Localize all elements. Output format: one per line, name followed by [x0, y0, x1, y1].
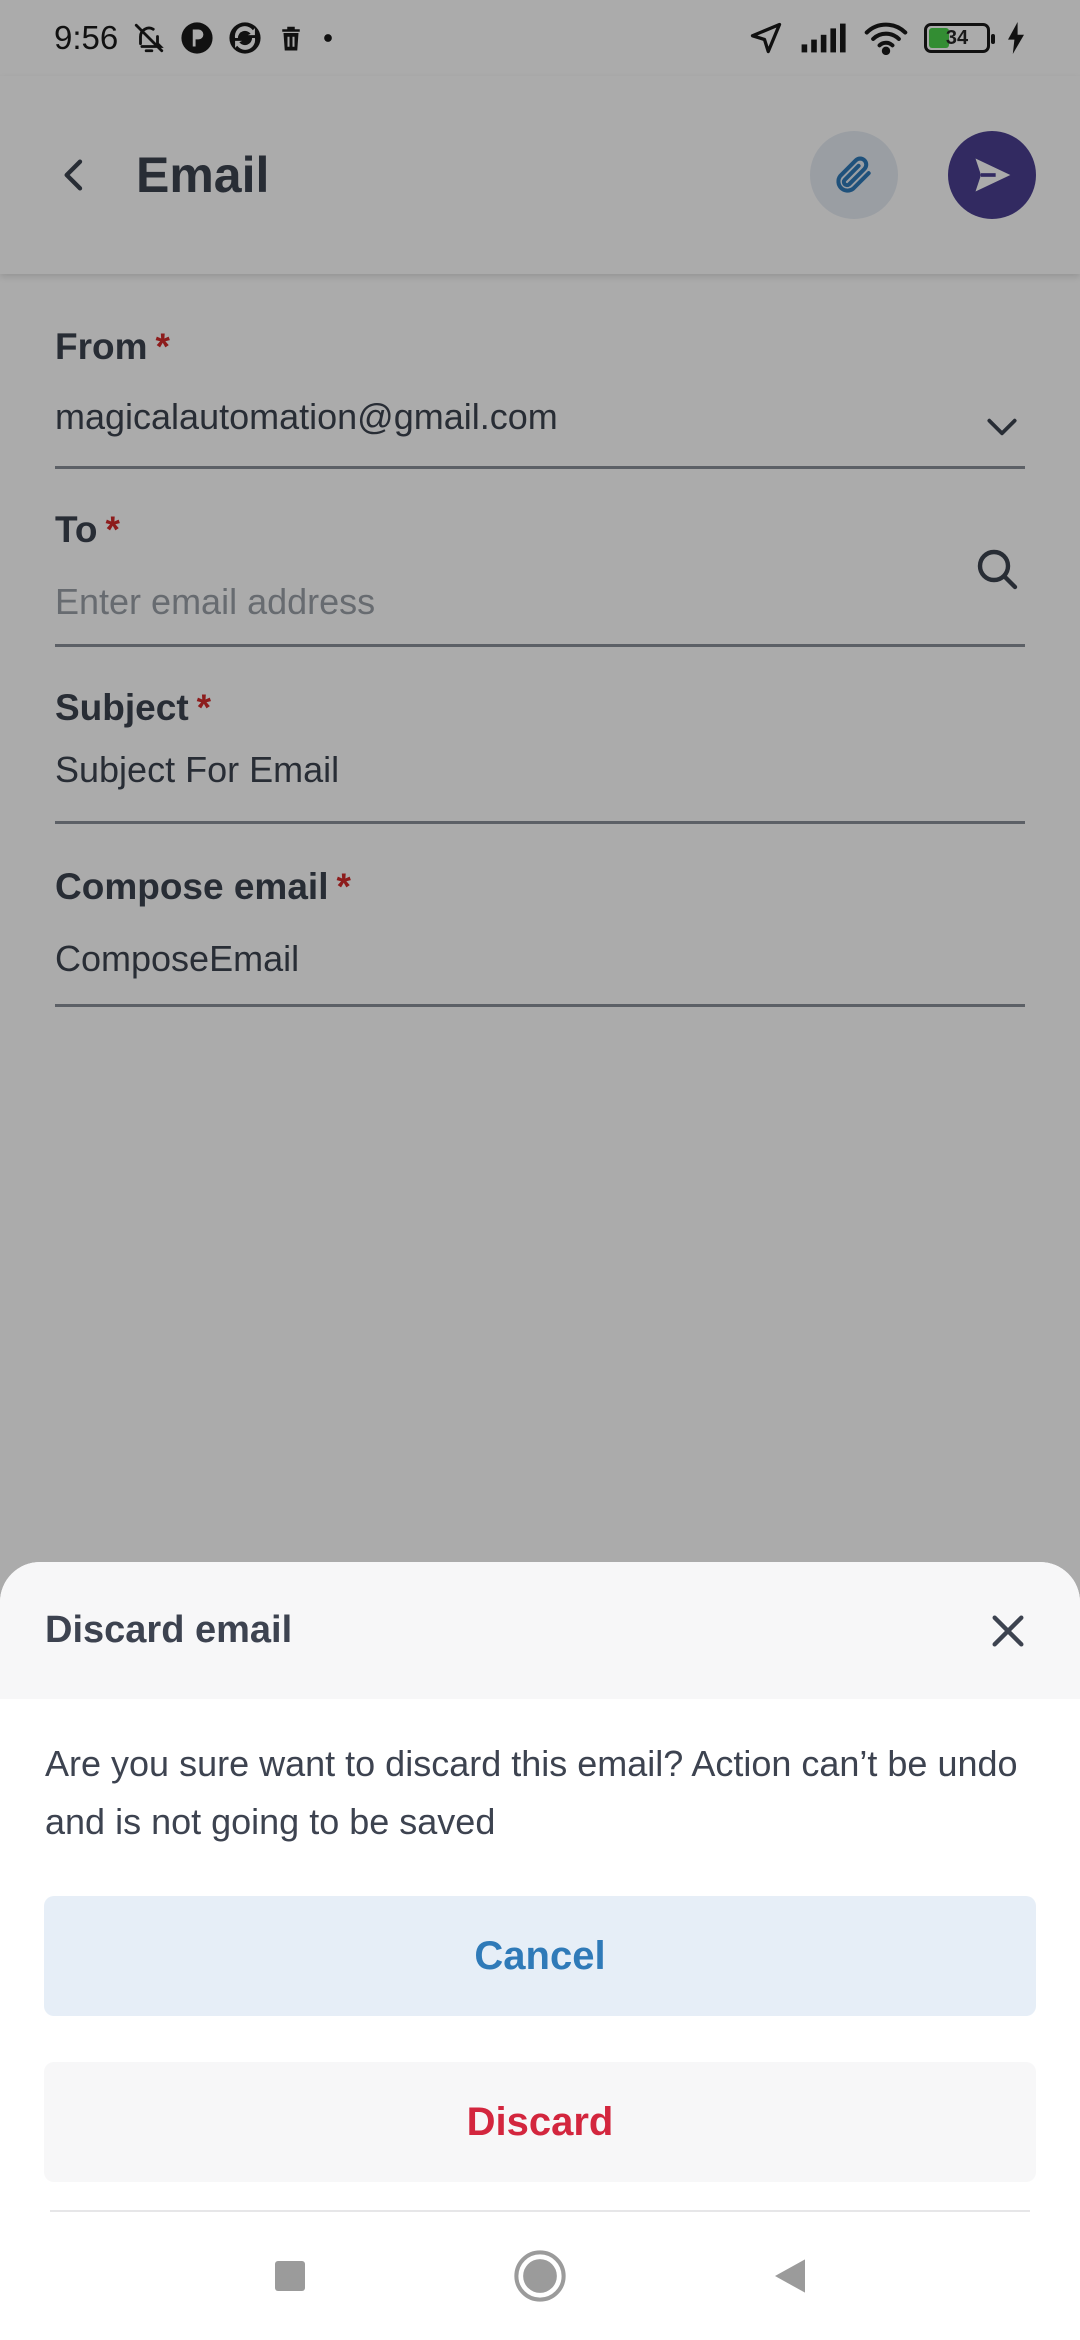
battery-level: 34 — [945, 26, 969, 49]
back-nav-button[interactable] — [760, 2246, 820, 2306]
cancel-button[interactable]: Cancel — [44, 1896, 1036, 2016]
recents-button[interactable] — [260, 2246, 320, 2306]
discard-button[interactable]: Discard — [44, 2062, 1036, 2182]
home-circle-icon — [514, 2250, 566, 2302]
dialog-title: Discard email — [45, 1609, 293, 1651]
dialog-message: Are you sure want to discard this email?… — [45, 1743, 1018, 1842]
recents-square-icon — [275, 2261, 305, 2291]
close-icon — [992, 1615, 1024, 1646]
dialog-header: Discard email — [0, 1562, 1080, 1699]
system-nav-bar — [0, 2212, 1080, 2340]
home-button[interactable] — [510, 2246, 570, 2306]
close-button[interactable] — [973, 1596, 1043, 1666]
back-triangle-icon — [775, 2259, 805, 2293]
